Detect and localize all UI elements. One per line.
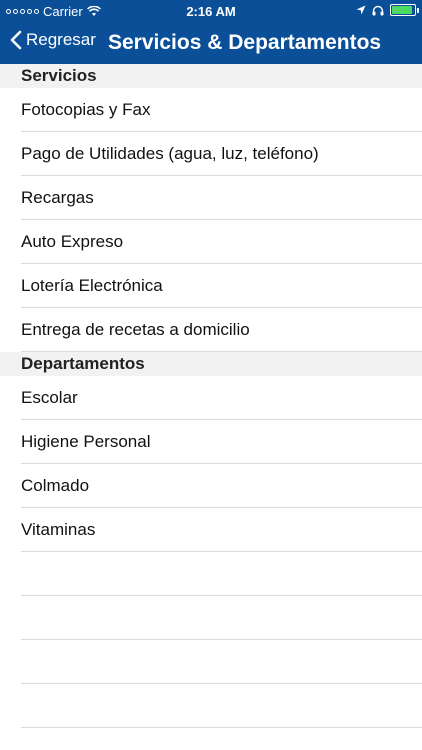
list-item[interactable]: Recargas: [0, 176, 422, 220]
status-right: [356, 4, 419, 16]
list-item[interactable]: Entrega de recetas a domicilio: [0, 308, 422, 352]
list-item[interactable]: Fotocopias y Fax: [0, 88, 422, 132]
battery-icon: [390, 4, 419, 16]
empty-row: [0, 640, 422, 684]
list-item[interactable]: Auto Expreso: [0, 220, 422, 264]
empty-row: [0, 552, 422, 596]
navigation-bar: Regresar Servicios & Departamentos: [0, 24, 422, 64]
chevron-left-icon: [10, 30, 22, 50]
list-item[interactable]: Escolar: [0, 376, 422, 420]
list-item[interactable]: Lotería Electrónica: [0, 264, 422, 308]
section-header-departamentos: Departamentos: [0, 352, 422, 376]
list-item[interactable]: Pago de Utilidades (agua, luz, teléfono): [0, 132, 422, 176]
status-bar: Carrier 2:16 AM: [0, 0, 422, 24]
section-header-servicios: Servicios: [0, 64, 422, 88]
list-item[interactable]: Higiene Personal: [0, 420, 422, 464]
back-button-label: Regresar: [26, 30, 96, 49]
page-title: Servicios & Departamentos: [108, 31, 382, 54]
headphones-icon: [372, 5, 384, 15]
list-item[interactable]: Colmado: [0, 464, 422, 508]
back-button[interactable]: Regresar: [10, 30, 96, 50]
list-item[interactable]: Vitaminas: [0, 508, 422, 552]
location-arrow-icon: [356, 5, 366, 15]
empty-row: [0, 596, 422, 640]
empty-row: [0, 684, 422, 728]
services-list: Servicios Fotocopias y Fax Pago de Utili…: [0, 64, 422, 750]
